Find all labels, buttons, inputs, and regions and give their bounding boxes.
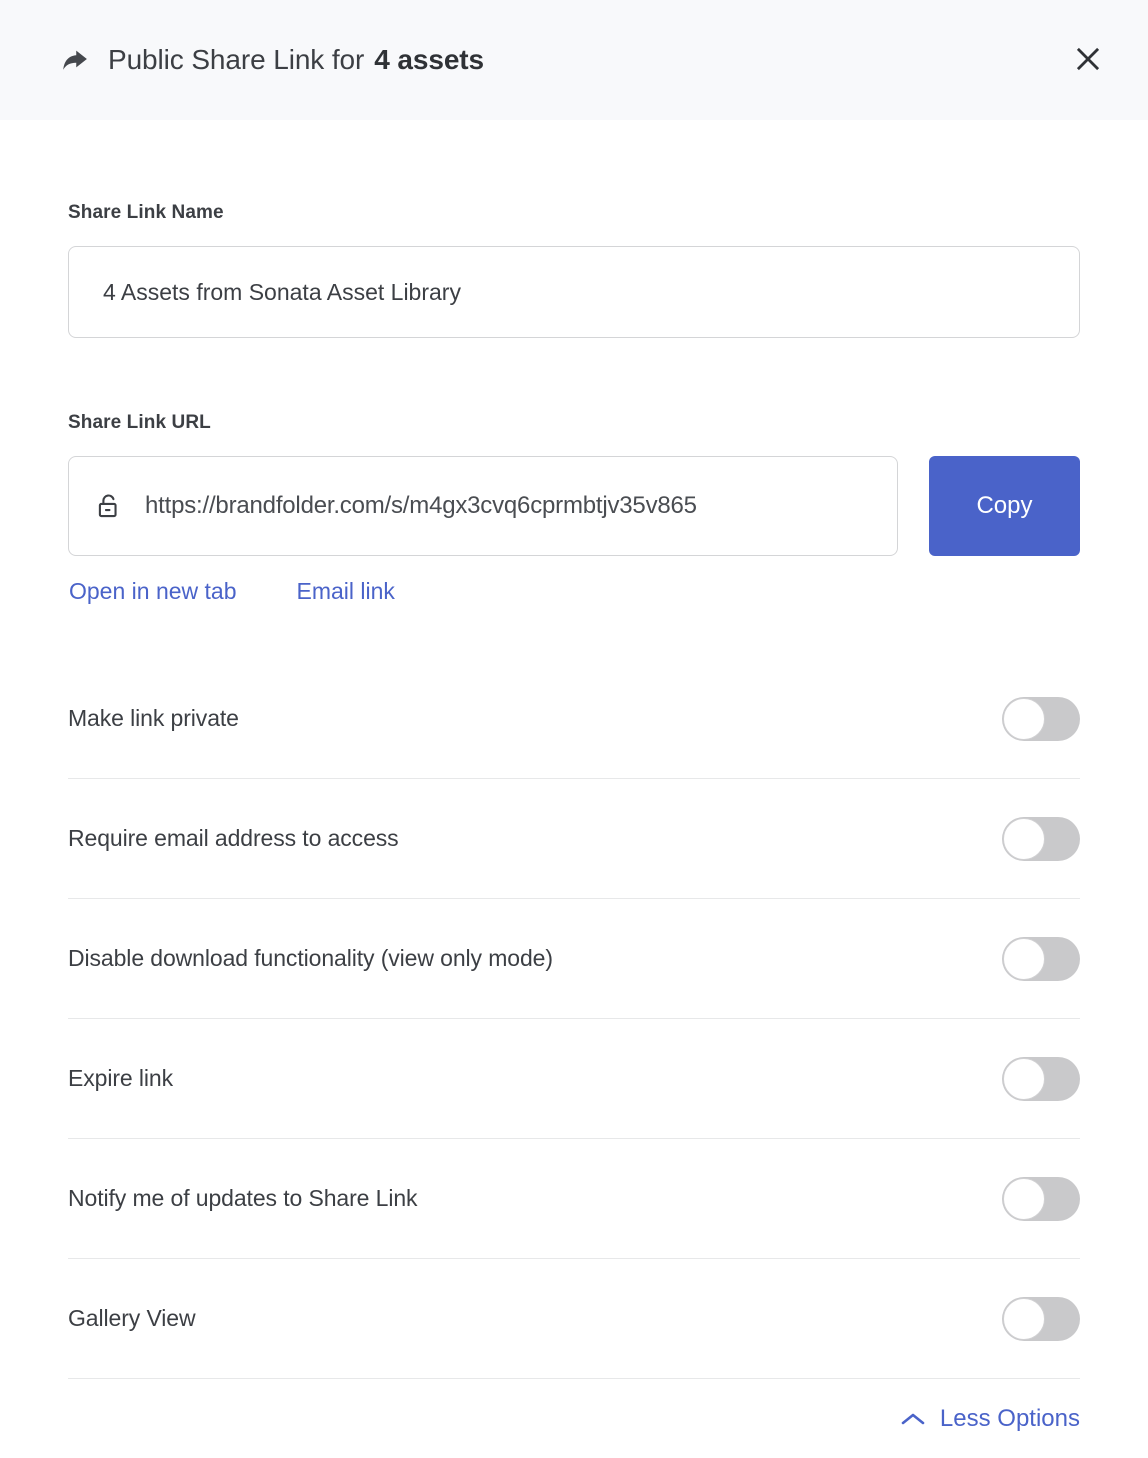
share-link-url-row: https://brandfolder.com/s/m4gx3cvq6cprmb… — [68, 456, 1080, 556]
toggle-disable-download[interactable] — [1002, 936, 1080, 981]
option-label: Expire link — [68, 1065, 173, 1091]
share-link-url-block: Share Link URL https://brandfolder.com/s… — [68, 412, 1080, 605]
less-options-label: Less Options — [939, 1405, 1080, 1432]
modal-footer: Less Options — [0, 1379, 1148, 1433]
close-icon — [1074, 45, 1102, 76]
modal-header: Public Share Link for 4 assets — [0, 0, 1148, 120]
option-row-expire-link: Expire link — [68, 1019, 1080, 1139]
share-link-actions: Open in new tab Email link — [68, 578, 1080, 605]
share-link-name-block: Share Link Name — [68, 202, 1080, 338]
option-row-make-link-private: Make link private — [68, 659, 1080, 779]
close-button[interactable] — [1066, 38, 1110, 82]
page-title-count: 4 assets — [374, 44, 485, 75]
option-label: Gallery View — [68, 1305, 196, 1331]
toggle-make-link-private[interactable] — [1002, 696, 1080, 741]
option-label: Require email address to access — [68, 825, 399, 851]
share-link-url-value: https://brandfolder.com/s/m4gx3cvq6cprmb… — [145, 492, 697, 519]
share-link-url-label: Share Link URL — [68, 412, 211, 433]
toggle-knob — [1003, 937, 1045, 980]
toggle-require-email[interactable] — [1002, 816, 1080, 861]
modal-body: Share Link Name Share Link URL https://b… — [0, 202, 1148, 1379]
less-options-button[interactable]: Less Options — [900, 1405, 1080, 1433]
option-row-gallery-view: Gallery View — [68, 1259, 1080, 1379]
share-link-url-input[interactable]: https://brandfolder.com/s/m4gx3cvq6cprmb… — [68, 456, 898, 556]
option-row-disable-download: Disable download functionality (view onl… — [68, 899, 1080, 1019]
unlocked-padlock-icon — [95, 491, 123, 521]
copy-button[interactable]: Copy — [928, 456, 1080, 556]
page-title-prefix: Public Share Link for — [108, 44, 365, 75]
modal-header-left: Public Share Link for 4 assets — [58, 43, 1066, 77]
toggle-knob — [1003, 1177, 1045, 1220]
option-label: Make link private — [68, 705, 239, 731]
toggle-gallery-view[interactable] — [1002, 1296, 1080, 1341]
option-row-notify-updates: Notify me of updates to Share Link — [68, 1139, 1080, 1259]
toggle-knob — [1003, 697, 1045, 740]
toggle-knob — [1003, 817, 1045, 860]
toggle-knob — [1003, 1297, 1045, 1340]
option-label: Notify me of updates to Share Link — [68, 1185, 418, 1211]
page-title: Public Share Link for 4 assets — [108, 44, 484, 76]
email-link[interactable]: Email link — [297, 578, 395, 605]
share-link-name-input[interactable] — [68, 246, 1080, 338]
toggle-knob — [1003, 1057, 1045, 1100]
toggle-expire-link[interactable] — [1002, 1056, 1080, 1101]
open-in-new-tab-link[interactable]: Open in new tab — [69, 578, 237, 605]
option-row-require-email: Require email address to access — [68, 779, 1080, 899]
option-label: Disable download functionality (view onl… — [68, 945, 553, 971]
share-link-options-list: Make link private Require email address … — [68, 659, 1080, 1379]
share-link-name-label: Share Link Name — [68, 202, 224, 223]
chevron-up-icon — [900, 1411, 926, 1427]
share-arrow-icon — [58, 43, 92, 77]
toggle-notify-updates[interactable] — [1002, 1176, 1080, 1221]
